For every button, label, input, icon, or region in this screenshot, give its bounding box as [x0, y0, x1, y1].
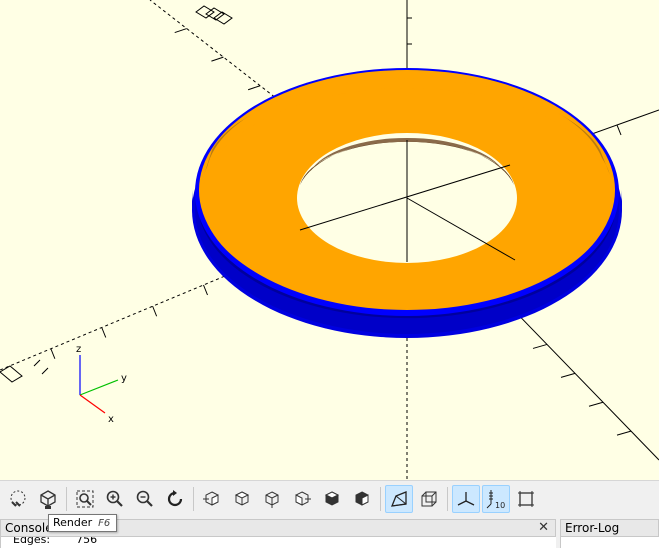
view-bottom-icon — [265, 490, 279, 508]
axis-y-label: y — [121, 373, 127, 384]
toolbar-separator — [380, 486, 381, 511]
viewport-canvas[interactable]: z y x — [0, 0, 659, 480]
3d-viewport[interactable]: z y x — [0, 0, 659, 480]
axes-indicator: z y x — [76, 344, 127, 425]
console-title: Console — [5, 521, 53, 535]
view-right-icon — [203, 490, 219, 506]
tooltip-shortcut: F6 — [98, 518, 111, 529]
view-back-icon — [355, 490, 369, 506]
view-all-button[interactable] — [71, 485, 99, 513]
render-tooltip: Render F6 — [48, 514, 118, 532]
toolbar-separator — [193, 486, 194, 511]
view-right-button[interactable] — [198, 485, 226, 513]
edges-icon — [518, 490, 534, 507]
toolbar-separator — [66, 486, 67, 511]
view-left-button[interactable] — [288, 485, 316, 513]
errorlog-output[interactable] — [560, 537, 659, 548]
axis-x-label: x — [108, 414, 114, 425]
axis-tick — [616, 124, 622, 136]
view-toolbar: 10 — [0, 480, 659, 516]
zoom-out-button[interactable] — [131, 485, 159, 513]
view-top-button[interactable] — [228, 485, 256, 513]
orthogonal-icon — [421, 491, 437, 506]
scale-markers-icon: 10 — [486, 489, 505, 510]
preview-icon — [10, 490, 26, 507]
show-scale-markers-button[interactable]: 10 — [482, 484, 510, 513]
axis-tick — [203, 284, 208, 296]
axis-tick — [588, 401, 604, 407]
axis-tick — [532, 343, 548, 349]
render-icon — [40, 489, 56, 509]
view-bottom-button[interactable] — [258, 485, 286, 513]
axis-tick — [211, 56, 224, 62]
zoom-in-button[interactable] — [101, 485, 129, 513]
render-button[interactable] — [34, 485, 62, 513]
preview-button[interactable] — [4, 485, 32, 513]
perspective-button[interactable] — [385, 484, 413, 513]
zoom-fit-icon — [76, 490, 94, 507]
errorlog-title: Error-Log — [565, 521, 620, 535]
show-edges-button[interactable] — [512, 485, 540, 513]
errorlog-panel-header[interactable]: Error-Log — [560, 519, 659, 537]
console-close-icon[interactable]: ✕ — [538, 520, 549, 535]
ring-model — [192, 68, 622, 338]
axis-tick — [247, 85, 261, 91]
zoom-out-icon — [136, 490, 153, 507]
reset-view-icon — [167, 489, 183, 506]
axis-tick — [101, 327, 107, 338]
view-left-icon — [295, 490, 311, 506]
console-line-value: 756 — [76, 537, 98, 546]
orthogonal-button[interactable] — [415, 485, 443, 513]
axis-tick — [616, 430, 632, 436]
zoom-in-icon — [106, 490, 123, 507]
view-front-button[interactable] — [318, 485, 346, 513]
toolbar-separator — [447, 486, 448, 511]
axes-icon — [457, 491, 475, 506]
view-front-icon — [324, 490, 340, 506]
axis-tick — [174, 28, 187, 34]
axis-z-label: z — [76, 344, 81, 355]
axis-tick — [50, 348, 56, 359]
console-line: Edges: 756 — [13, 537, 97, 546]
axis-tick — [152, 306, 158, 317]
console-line-label: Edges: — [13, 537, 51, 546]
show-axes-button[interactable] — [452, 484, 480, 513]
axis-tick — [560, 372, 576, 378]
reset-view-button[interactable] — [161, 485, 189, 513]
tooltip-label: Render — [53, 516, 93, 529]
console-output[interactable]: Edges: 756 — [0, 537, 556, 548]
view-back-button[interactable] — [348, 485, 376, 513]
view-top-icon — [234, 490, 250, 506]
perspective-icon — [390, 490, 407, 507]
scale-markers-label: 10 — [495, 501, 505, 510]
